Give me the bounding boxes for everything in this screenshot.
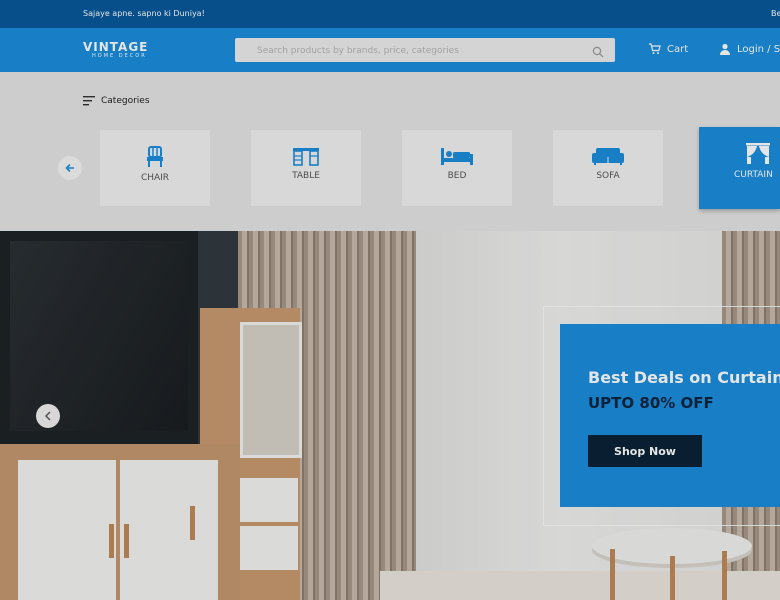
promo-offer: UPTO 80% OFF: [588, 394, 714, 412]
category-label-curtain: CURTAIN: [734, 170, 773, 180]
login-link[interactable]: Login / S: [719, 43, 780, 55]
search-input[interactable]: [257, 39, 577, 63]
category-label-table: TABLE: [292, 171, 320, 181]
main-header: VINTAGE HOME DECOR Cart Login / S: [0, 28, 780, 72]
category-card-chair[interactable]: CHAIR: [100, 130, 210, 206]
hero-photo-cabinet: [0, 444, 240, 600]
logo-name: VINTAGE: [83, 40, 149, 54]
top-bar-right-text[interactable]: Be: [771, 9, 780, 18]
category-label-sofa: SOFA: [596, 171, 620, 181]
login-label: Login / S: [737, 43, 780, 55]
cart-label: Cart: [667, 43, 689, 55]
curtain-icon: [746, 143, 770, 164]
chair-icon: [147, 146, 163, 167]
sofa-icon: [592, 148, 624, 165]
shop-now-button[interactable]: Shop Now: [588, 435, 702, 467]
logo-subtitle: HOME DECOR: [92, 53, 147, 59]
menu-icon: [83, 96, 95, 106]
category-card-table[interactable]: TABLE: [251, 130, 361, 206]
hero-prev-button[interactable]: [36, 404, 60, 428]
hero-photo-rug: [380, 571, 780, 600]
category-label-bed: BED: [447, 171, 467, 181]
chevron-left-icon: [45, 411, 51, 421]
table-icon: [293, 148, 319, 166]
hero-banner: Best Deals on Curtains UPTO 80% OFF Shop…: [0, 231, 780, 600]
category-card-bed[interactable]: BED: [402, 130, 512, 206]
top-announcement-bar: Sajaye apne. sapno ki Duniya! Be: [0, 0, 780, 28]
cart-icon: [649, 43, 661, 54]
category-label-chair: CHAIR: [140, 173, 170, 183]
promo-headline: Best Deals on Curtains: [588, 368, 780, 387]
hero-photo-tv: [0, 231, 198, 453]
categories-heading[interactable]: Categories: [83, 96, 150, 106]
promo-box: Best Deals on Curtains UPTO 80% OFF Shop…: [560, 324, 780, 507]
search-icon[interactable]: [592, 43, 604, 62]
bed-icon: [441, 148, 473, 165]
user-icon: [720, 43, 730, 55]
category-card-sofa[interactable]: SOFA: [553, 130, 663, 206]
arrow-left-icon: [65, 163, 74, 173]
categories-section: Categories CHAIR TABLE BED SOFA CURTAIN: [0, 72, 780, 231]
search-bar: [235, 38, 615, 63]
categories-prev-button[interactable]: [58, 156, 82, 180]
categories-title: Categories: [101, 96, 150, 106]
tagline: Sajaye apne. sapno ki Duniya!: [83, 9, 205, 18]
logo[interactable]: VINTAGE HOME DECOR: [83, 41, 148, 59]
cart-link[interactable]: Cart: [648, 43, 688, 55]
category-card-curtain[interactable]: CURTAIN: [699, 127, 780, 209]
